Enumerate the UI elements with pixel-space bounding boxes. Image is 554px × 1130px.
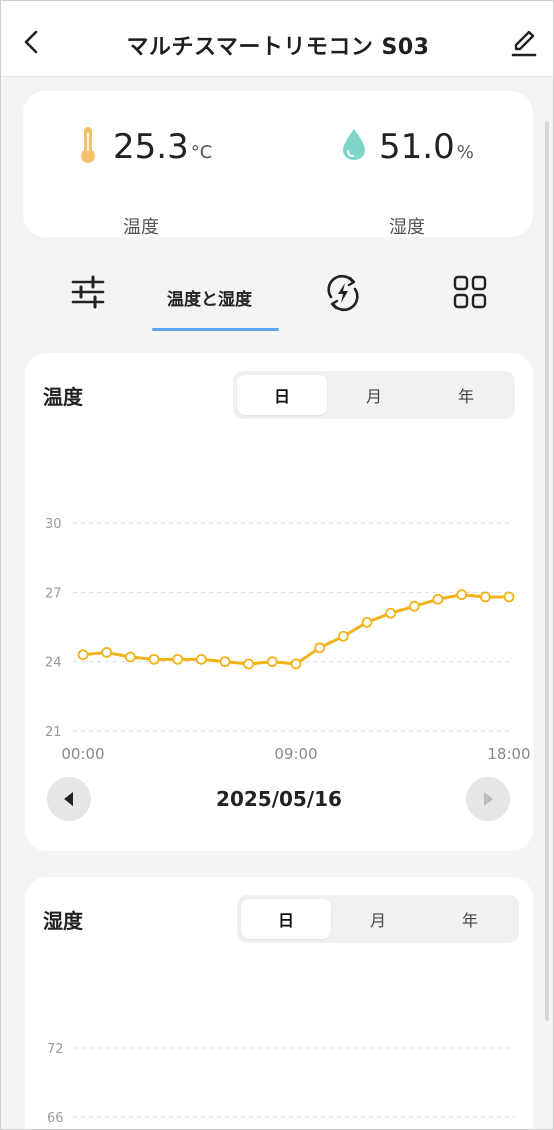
y-tick-label: 30: [45, 517, 62, 532]
active-tab-indicator: [152, 328, 279, 331]
humidity-unit: %: [456, 142, 474, 163]
energy-cycle-icon: [327, 274, 359, 312]
data-point: [337, 630, 349, 642]
y-tick-label: 72: [47, 1042, 64, 1057]
triangle-right-icon: [484, 792, 493, 806]
y-tick-label: 27: [45, 586, 62, 601]
pencil-icon: [511, 30, 537, 57]
data-point: [266, 656, 278, 668]
humidity-label: 湿度: [389, 217, 425, 238]
data-point: [172, 653, 184, 665]
y-tick-label: 24: [45, 656, 62, 671]
top-bar: マルチスマートリモコン S03: [1, 1, 553, 77]
data-point: [432, 593, 444, 605]
tab-bar: 温度と湿度: [1, 253, 553, 353]
tab-more[interactable]: [451, 273, 489, 317]
data-point: [243, 658, 255, 670]
grid-icon: [453, 275, 487, 309]
tab-settings[interactable]: [69, 273, 107, 317]
x-tick-label: 00:00: [61, 745, 104, 763]
temperature-unit: °C: [190, 142, 213, 163]
tab-temperature-humidity[interactable]: 温度と湿度: [167, 285, 252, 329]
edit-button[interactable]: [507, 25, 541, 59]
data-point: [408, 600, 420, 612]
next-date-button[interactable]: [466, 777, 510, 821]
data-point: [385, 607, 397, 619]
data-point: [314, 642, 326, 654]
data-point: [290, 658, 302, 670]
temperature-label: 温度: [123, 217, 159, 238]
humidity-value: 51.0%: [379, 127, 474, 167]
data-point: [361, 616, 373, 628]
water-drop-icon: [343, 129, 365, 160]
data-point: [503, 591, 515, 603]
data-point: [101, 647, 113, 658]
sliders-icon: [71, 275, 105, 309]
tab-label: 温度と湿度: [167, 290, 252, 310]
temperature-series-line: [82, 593, 509, 666]
data-point: [124, 651, 136, 663]
data-point: [219, 656, 231, 668]
tab-energy[interactable]: [323, 273, 363, 317]
humidity-chart-card: 湿度 日 月 年 66 72: [25, 877, 533, 1129]
sensor-summary-card: 25.3 °C 温度 51.0% 湿度: [23, 91, 533, 238]
x-tick-label: 09:00: [274, 745, 317, 763]
page-title: マルチスマートリモコン S03: [126, 35, 430, 60]
temperature-value: 25.3 °C: [113, 127, 213, 167]
humidity-line-chart: 66 72: [47, 1042, 515, 1126]
temperature-chart-card: 温度 日 月 年 21 24 27 30 00:00 09:00 18:00 2025/05…: [25, 353, 533, 851]
data-point: [77, 649, 89, 661]
data-point: [456, 589, 468, 601]
y-tick-label: 21: [45, 725, 62, 740]
data-point: [148, 653, 160, 665]
data-point: [195, 653, 207, 665]
x-tick-label: 18:00: [487, 745, 530, 763]
selected-date: 2025/05/16: [216, 787, 342, 811]
thermometer-icon: [81, 127, 95, 163]
data-point: [479, 591, 491, 603]
y-tick-label: 66: [47, 1111, 64, 1126]
temperature-line-chart: 21 24 27 30 00:00 09:00 18:00: [45, 517, 531, 763]
app-screen: マルチスマートリモコン S03 25.3 °C 温度 51.0% 湿度 温度と湿…: [0, 0, 554, 1130]
